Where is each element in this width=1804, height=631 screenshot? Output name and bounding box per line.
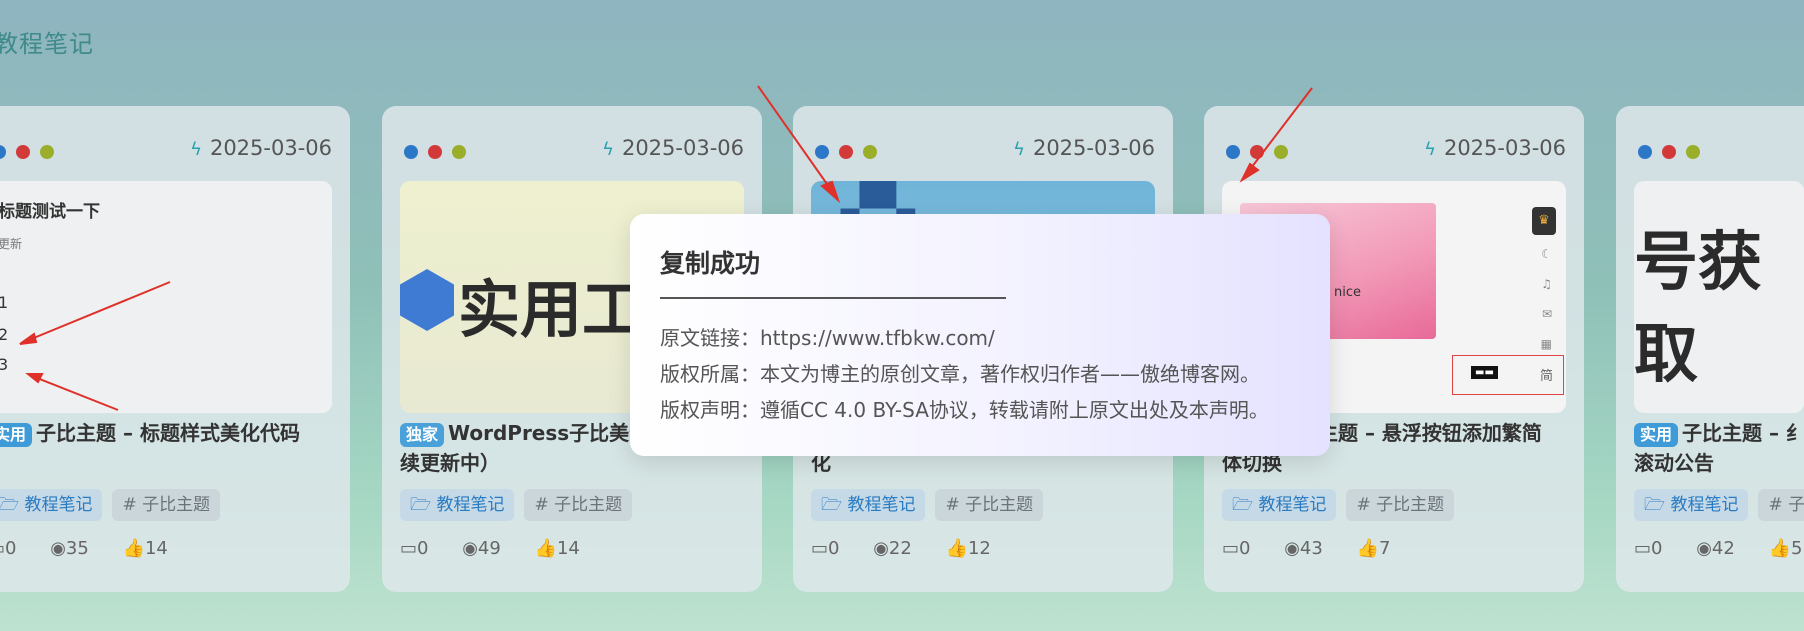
arrow-head [1239,162,1260,183]
arrow-line [757,85,835,195]
arrow-head [820,180,841,204]
arrow-line [23,281,171,343]
arrow-head [19,332,38,345]
arrow-line [1247,87,1313,173]
source-link[interactable]: https://www.tfbkw.com/ [760,326,995,350]
arrow-line [31,375,119,411]
dialog-divider [660,297,1006,299]
copy-success-dialog: 复制成功 原文链接：https://www.tfbkw.com/ 版权所属：本文… [630,214,1330,456]
source-link-row: 原文链接：https://www.tfbkw.com/ [660,326,995,350]
dialog-title: 复制成功 [660,249,761,278]
license-row: 版权声明：遵循CC 4.0 BY-SA协议，转载请附上原文出处及本声明。 [660,398,1269,422]
ownership-row: 版权所属：本文为博主的原创文章，著作权归作者——傲绝博客网。 [660,362,1260,386]
arrow-head [25,373,44,384]
